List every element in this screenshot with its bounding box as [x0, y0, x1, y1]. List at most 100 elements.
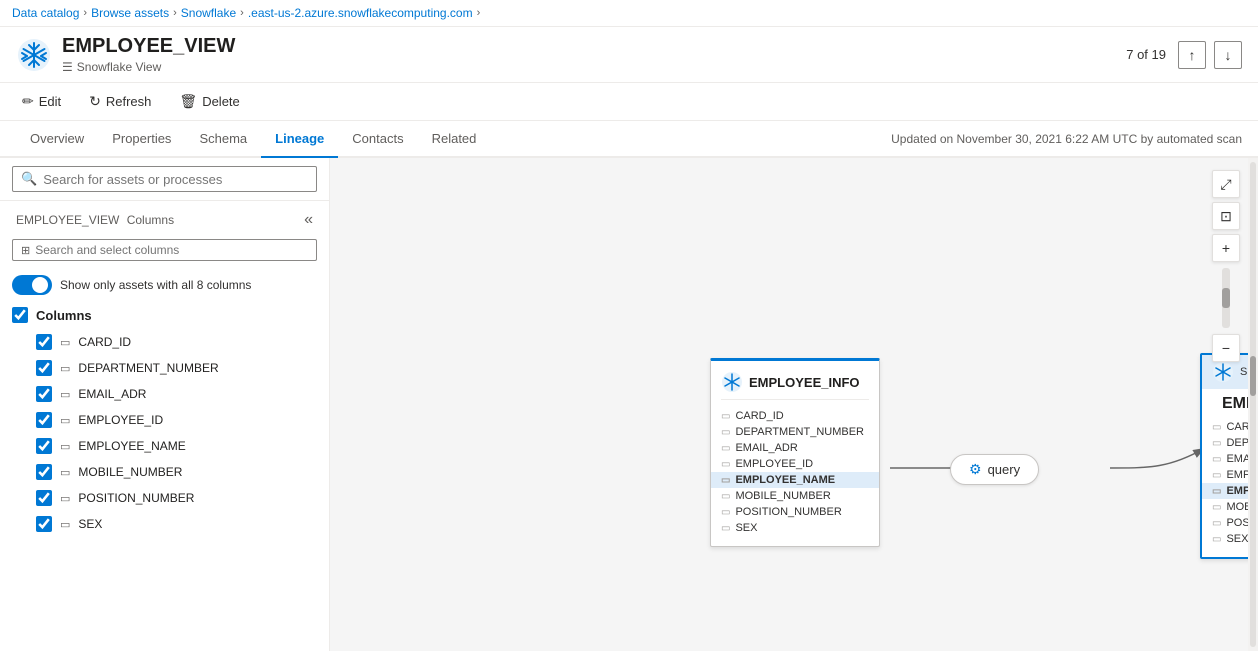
column-item-emp-name[interactable]: ▭ EMPLOYEE_NAME	[0, 433, 329, 459]
field-icon-8: ▭	[721, 523, 730, 534]
columns-search-input-wrap[interactable]: ⊞	[12, 239, 317, 261]
breadcrumb-data-catalog[interactable]: Data catalog	[12, 6, 79, 20]
breadcrumb: Data catalog › Browse assets › Snowflake…	[0, 0, 1258, 27]
column-item-sex[interactable]: ▭ SEX	[0, 511, 329, 537]
tab-related[interactable]: Related	[418, 121, 491, 158]
edit-label: Edit	[39, 94, 61, 109]
tab-updated-text: Updated on November 30, 2021 6:22 AM UTC…	[891, 132, 1242, 146]
breadcrumb-snowflake[interactable]: Snowflake	[181, 6, 236, 20]
field-icon-6: ▭	[721, 491, 730, 502]
search-assets-input-wrap[interactable]: 🔍	[12, 166, 317, 192]
source-field-name-6: MOBILE_NUMBER	[735, 490, 830, 502]
header-title-area: EMPLOYEE_VIEW ☰ Snowflake View	[62, 35, 1126, 74]
zoom-controls: ⤢ ⊡ + −	[1212, 170, 1240, 362]
source-node-header: EMPLOYEE_INFO	[721, 371, 869, 400]
source-field-name-2: DEPARTMENT_NUMBER	[735, 426, 864, 438]
tabs-bar: Overview Properties Schema Lineage Conta…	[0, 121, 1258, 158]
delete-label: Delete	[202, 94, 240, 109]
columns-search-area: ⊞	[0, 235, 329, 269]
nav-next-button[interactable]: ↓	[1214, 41, 1242, 69]
column-item-mobile-num[interactable]: ▭ MOBILE_NUMBER	[0, 459, 329, 485]
scrollbar-track	[1250, 162, 1256, 647]
col-checkbox-card-id[interactable]	[36, 334, 52, 350]
col-name-email-adr: EMAIL_ADR	[78, 387, 146, 401]
collapse-panel-button[interactable]: «	[300, 209, 317, 231]
edit-button[interactable]: ✏ Edit	[16, 89, 67, 114]
refresh-icon: ↻	[89, 93, 101, 110]
canvas-scrollbar[interactable]	[1248, 158, 1258, 651]
col-name-sex: SEX	[78, 517, 102, 531]
target-field-name-8: SEX	[1226, 533, 1248, 545]
toggle-slider	[12, 275, 52, 295]
left-panel: 🔍 EMPLOYEE_VIEW Columns « ⊞ Sh	[0, 158, 330, 651]
snowflake-logo	[16, 37, 52, 73]
scrollbar-thumb[interactable]	[1250, 356, 1256, 396]
column-item-dept-num[interactable]: ▭ DEPARTMENT_NUMBER	[0, 355, 329, 381]
header: EMPLOYEE_VIEW ☰ Snowflake View 7 of 19 ↑…	[0, 27, 1258, 83]
source-field-name-3: EMAIL_ADR	[735, 442, 797, 454]
col-type-icon-position-num: ▭	[60, 492, 70, 505]
tfield-icon-1: ▭	[1212, 422, 1221, 433]
breadcrumb-browse-assets[interactable]: Browse assets	[91, 6, 169, 20]
col-checkbox-sex[interactable]	[36, 516, 52, 532]
source-field-name-5: EMPLOYEE_NAME	[735, 474, 835, 486]
col-type-icon-dept-num: ▭	[60, 362, 70, 375]
source-field-mobile: ▭ MOBILE_NUMBER	[721, 488, 869, 504]
col-checkbox-emp-name[interactable]	[36, 438, 52, 454]
tab-overview[interactable]: Overview	[16, 121, 98, 158]
tfield-icon-7: ▭	[1212, 518, 1221, 529]
canvas-area[interactable]: EMPLOYEE_INFO ▭ CARD_ID ▭ DEPARTMENT_NUM…	[330, 158, 1258, 651]
columns-list: Columns ▭ CARD_ID ▭ DEPARTMENT_NUMBER ▭ …	[0, 301, 329, 651]
col-type-icon-emp-name: ▭	[60, 440, 70, 453]
zoom-in-button[interactable]: +	[1212, 234, 1240, 262]
breadcrumb-connection[interactable]: .east-us-2.azure.snowflakecomputing.com	[248, 6, 473, 20]
search-assets-input[interactable]	[43, 172, 308, 187]
col-type-icon-mobile-num: ▭	[60, 466, 70, 479]
query-node[interactable]: ⚙ query	[950, 454, 1039, 485]
columns-search-input[interactable]	[35, 243, 308, 257]
col-checkbox-mobile-num[interactable]	[36, 464, 52, 480]
column-item-email-adr[interactable]: ▭ EMAIL_ADR	[0, 381, 329, 407]
col-checkbox-emp-id[interactable]	[36, 412, 52, 428]
col-name-dept-num: DEPARTMENT_NUMBER	[78, 361, 218, 375]
fit-button[interactable]: ⊡	[1212, 202, 1240, 230]
source-field-name-7: POSITION_NUMBER	[735, 506, 841, 518]
column-item-position-num[interactable]: ▭ POSITION_NUMBER	[0, 485, 329, 511]
toggle-row: Show only assets with all 8 columns	[0, 269, 329, 301]
tab-properties[interactable]: Properties	[98, 121, 185, 158]
main-layout: 🔍 EMPLOYEE_VIEW Columns « ⊞ Sh	[0, 158, 1258, 651]
source-field-name-1: CARD_ID	[735, 410, 783, 422]
zoom-out-button[interactable]: −	[1212, 334, 1240, 362]
expand-button[interactable]: ⤢	[1212, 170, 1240, 198]
delete-button[interactable]: 🗑 Delete	[173, 89, 245, 114]
nav-counter: 7 of 19	[1126, 47, 1166, 62]
columns-section-title: EMPLOYEE_VIEW Columns	[12, 213, 174, 227]
columns-header: EMPLOYEE_VIEW Columns «	[0, 201, 329, 235]
tab-lineage[interactable]: Lineage	[261, 121, 338, 158]
tfield-icon-2: ▭	[1212, 438, 1221, 449]
col-name-position-num: POSITION_NUMBER	[78, 491, 194, 505]
column-item-emp-id[interactable]: ▭ EMPLOYEE_ID	[0, 407, 329, 433]
tab-contacts[interactable]: Contacts	[338, 121, 417, 158]
toggle-switch[interactable]	[12, 275, 52, 295]
col-checkbox-email-adr[interactable]	[36, 386, 52, 402]
refresh-button[interactable]: ↻ Refresh	[83, 89, 157, 114]
columns-label: Columns	[127, 213, 174, 227]
query-label: query	[988, 462, 1021, 477]
source-node-title: EMPLOYEE_INFO	[749, 375, 860, 390]
source-field-dept-num: ▭ DEPARTMENT_NUMBER	[721, 424, 869, 440]
col-type-icon-sex: ▭	[60, 518, 70, 531]
breadcrumb-sep-4: ›	[477, 7, 481, 19]
tab-schema[interactable]: Schema	[185, 121, 261, 158]
columns-filter-icon: ⊞	[21, 244, 30, 257]
col-type-icon-emp-id: ▭	[60, 414, 70, 427]
col-name-emp-name: EMPLOYEE_NAME	[78, 439, 185, 453]
column-item-card-id[interactable]: ▭ CARD_ID	[0, 329, 329, 355]
col-checkbox-position-num[interactable]	[36, 490, 52, 506]
page-title: EMPLOYEE_VIEW	[62, 35, 1126, 58]
nav-prev-button[interactable]: ↑	[1178, 41, 1206, 69]
tfield-icon-8: ▭	[1212, 534, 1221, 545]
columns-group-checkbox[interactable]	[12, 307, 28, 323]
col-name-mobile-num: MOBILE_NUMBER	[78, 465, 182, 479]
col-checkbox-dept-num[interactable]	[36, 360, 52, 376]
